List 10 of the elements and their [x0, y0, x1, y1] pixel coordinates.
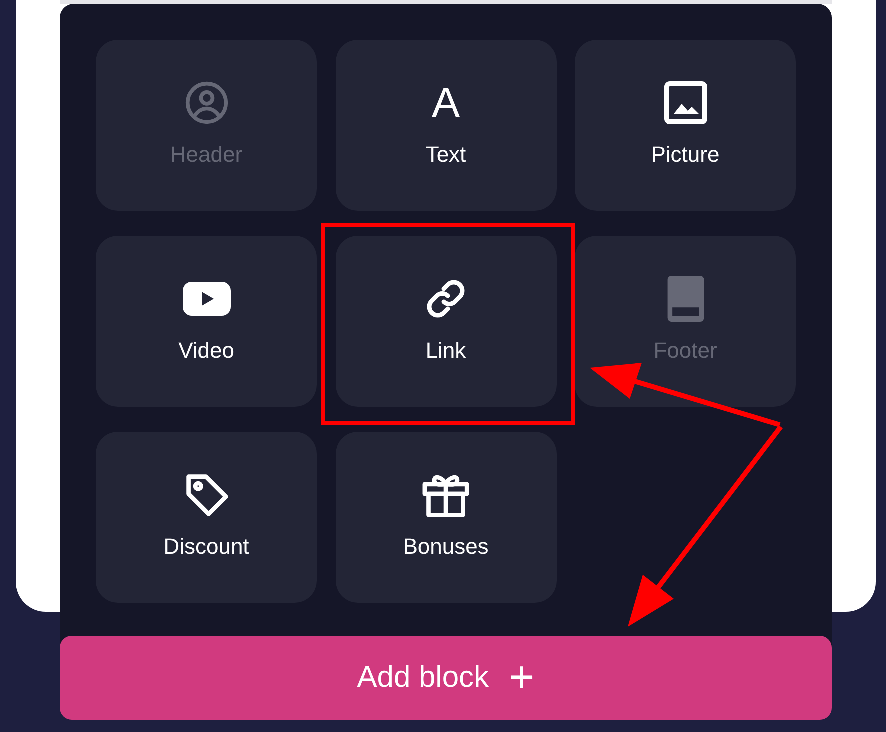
footer-icon	[666, 276, 704, 322]
block-tile[interactable]: Bonuses	[336, 432, 556, 603]
image-icon	[664, 80, 708, 126]
block-tile[interactable]: Link	[336, 236, 556, 407]
block-tile[interactable]: A Text	[336, 40, 556, 211]
add-block-button[interactable]: Add block +	[60, 636, 832, 720]
block-tile[interactable]: Picture	[575, 40, 796, 211]
block-tile[interactable]: Discount	[96, 432, 317, 603]
block-tile[interactable]: Video	[96, 236, 317, 407]
letter-icon: A	[432, 80, 460, 126]
